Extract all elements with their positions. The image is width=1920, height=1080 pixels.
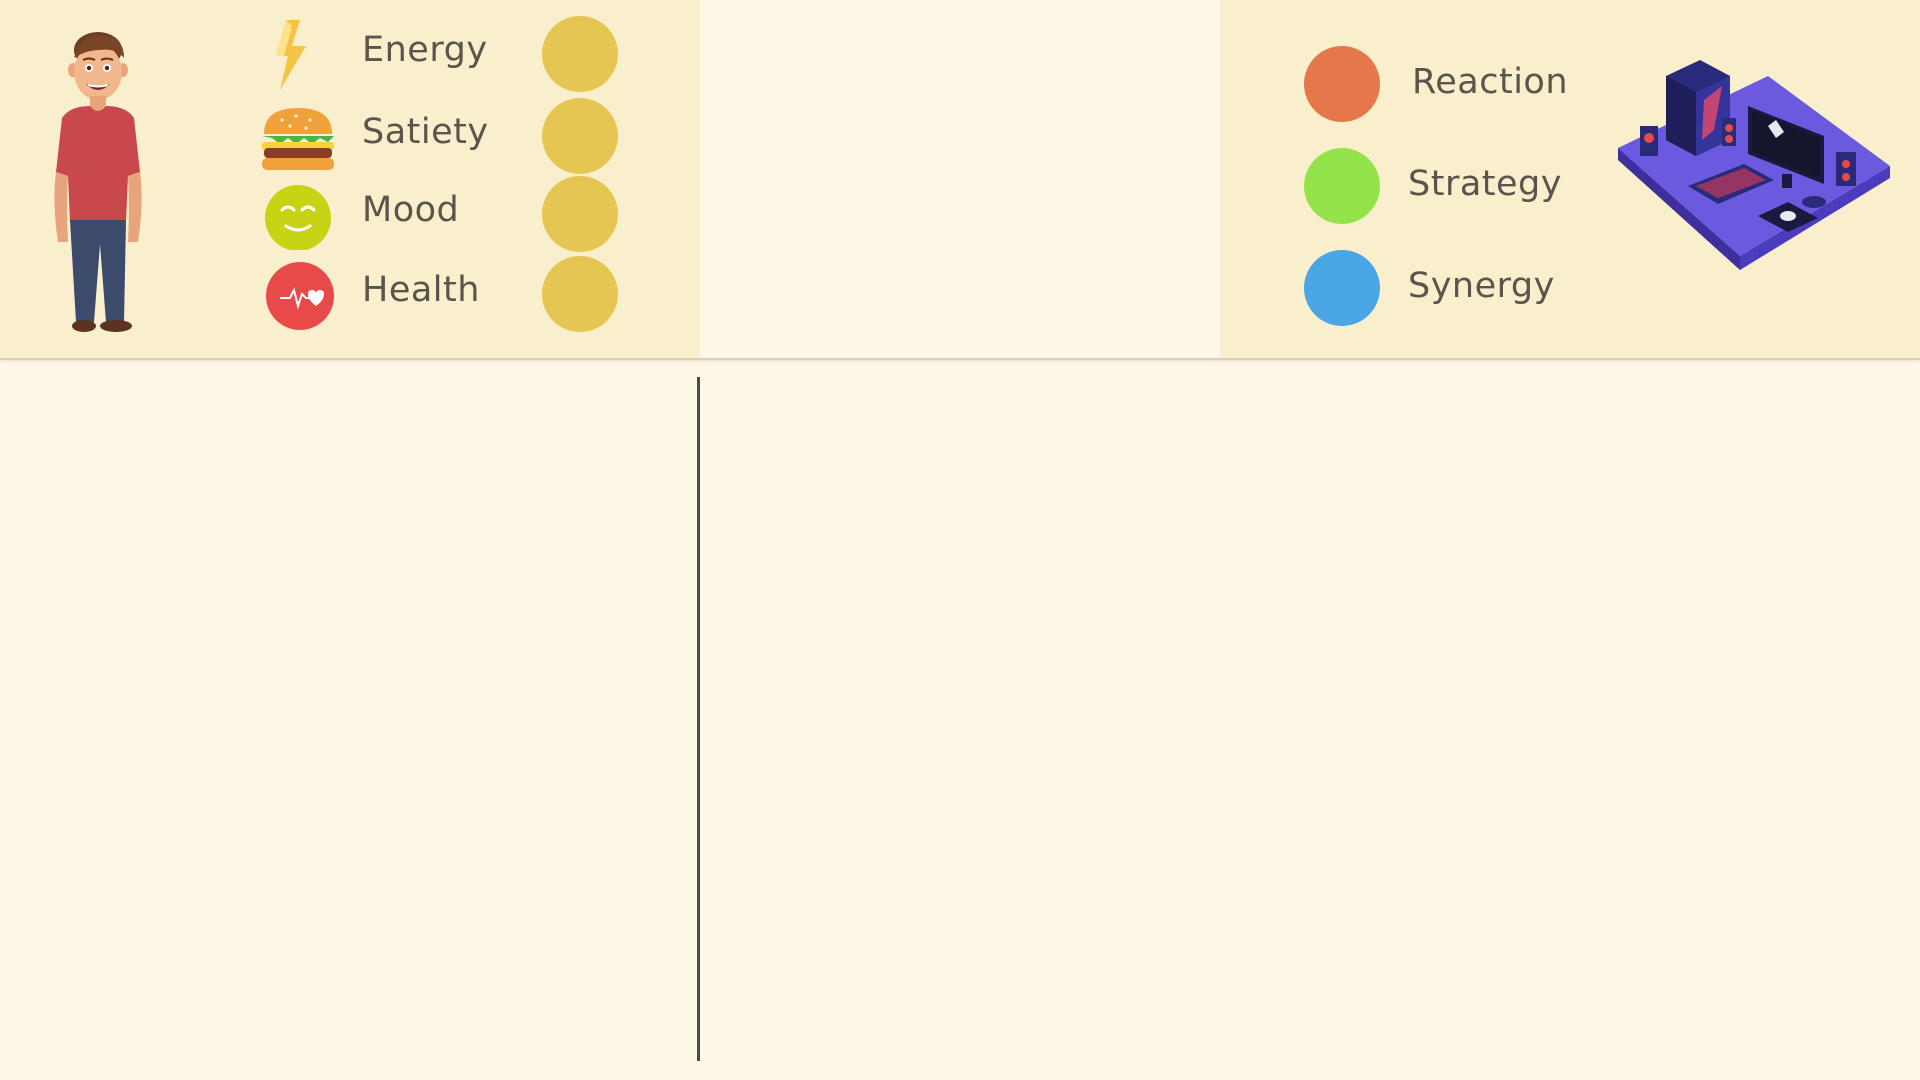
- skill-reaction: Reaction: [1304, 46, 1604, 122]
- skill-label-strategy: Strategy: [1408, 164, 1562, 204]
- stat-indicator-health: [542, 256, 618, 332]
- right-content-pane: [700, 360, 1920, 1080]
- status-bar: Energy Satiety Mood Health Reaction Stra…: [0, 0, 1920, 360]
- skill-label-reaction: Reaction: [1412, 62, 1569, 102]
- stat-label-health: Health: [362, 270, 480, 310]
- stat-label-satiety: Satiety: [362, 112, 489, 152]
- stat-mood: Mood: [258, 176, 628, 252]
- skill-indicator-synergy: [1304, 250, 1380, 326]
- skill-synergy: Synergy: [1304, 250, 1604, 326]
- burger-icon: [262, 108, 334, 170]
- stat-label-energy: Energy: [362, 30, 488, 70]
- stat-indicator-mood: [542, 176, 618, 252]
- left-content-pane: [0, 360, 697, 1080]
- skill-indicator-strategy: [1304, 148, 1380, 224]
- smiley-icon: [265, 185, 331, 250]
- stat-indicator-satiety: [542, 98, 618, 174]
- character-avatar[interactable]: [40, 22, 160, 332]
- stat-indicator-energy: [542, 16, 618, 92]
- stat-label-mood: Mood: [362, 190, 460, 230]
- gaming-pc-setup-icon[interactable]: [1618, 56, 1890, 270]
- skill-strategy: Strategy: [1304, 148, 1604, 224]
- character-stats-panel: Energy Satiety Mood Health: [0, 0, 700, 358]
- stat-satiety: Satiety: [258, 98, 628, 174]
- stat-health: Health: [258, 256, 628, 332]
- heartbeat-icon: [266, 262, 334, 330]
- skill-indicator-reaction: [1304, 46, 1380, 122]
- stat-energy: Energy: [258, 16, 628, 92]
- skill-label-synergy: Synergy: [1408, 266, 1555, 306]
- lightning-icon: [276, 20, 306, 90]
- game-screen: Energy Satiety Mood Health Reaction Stra…: [0, 0, 1920, 1080]
